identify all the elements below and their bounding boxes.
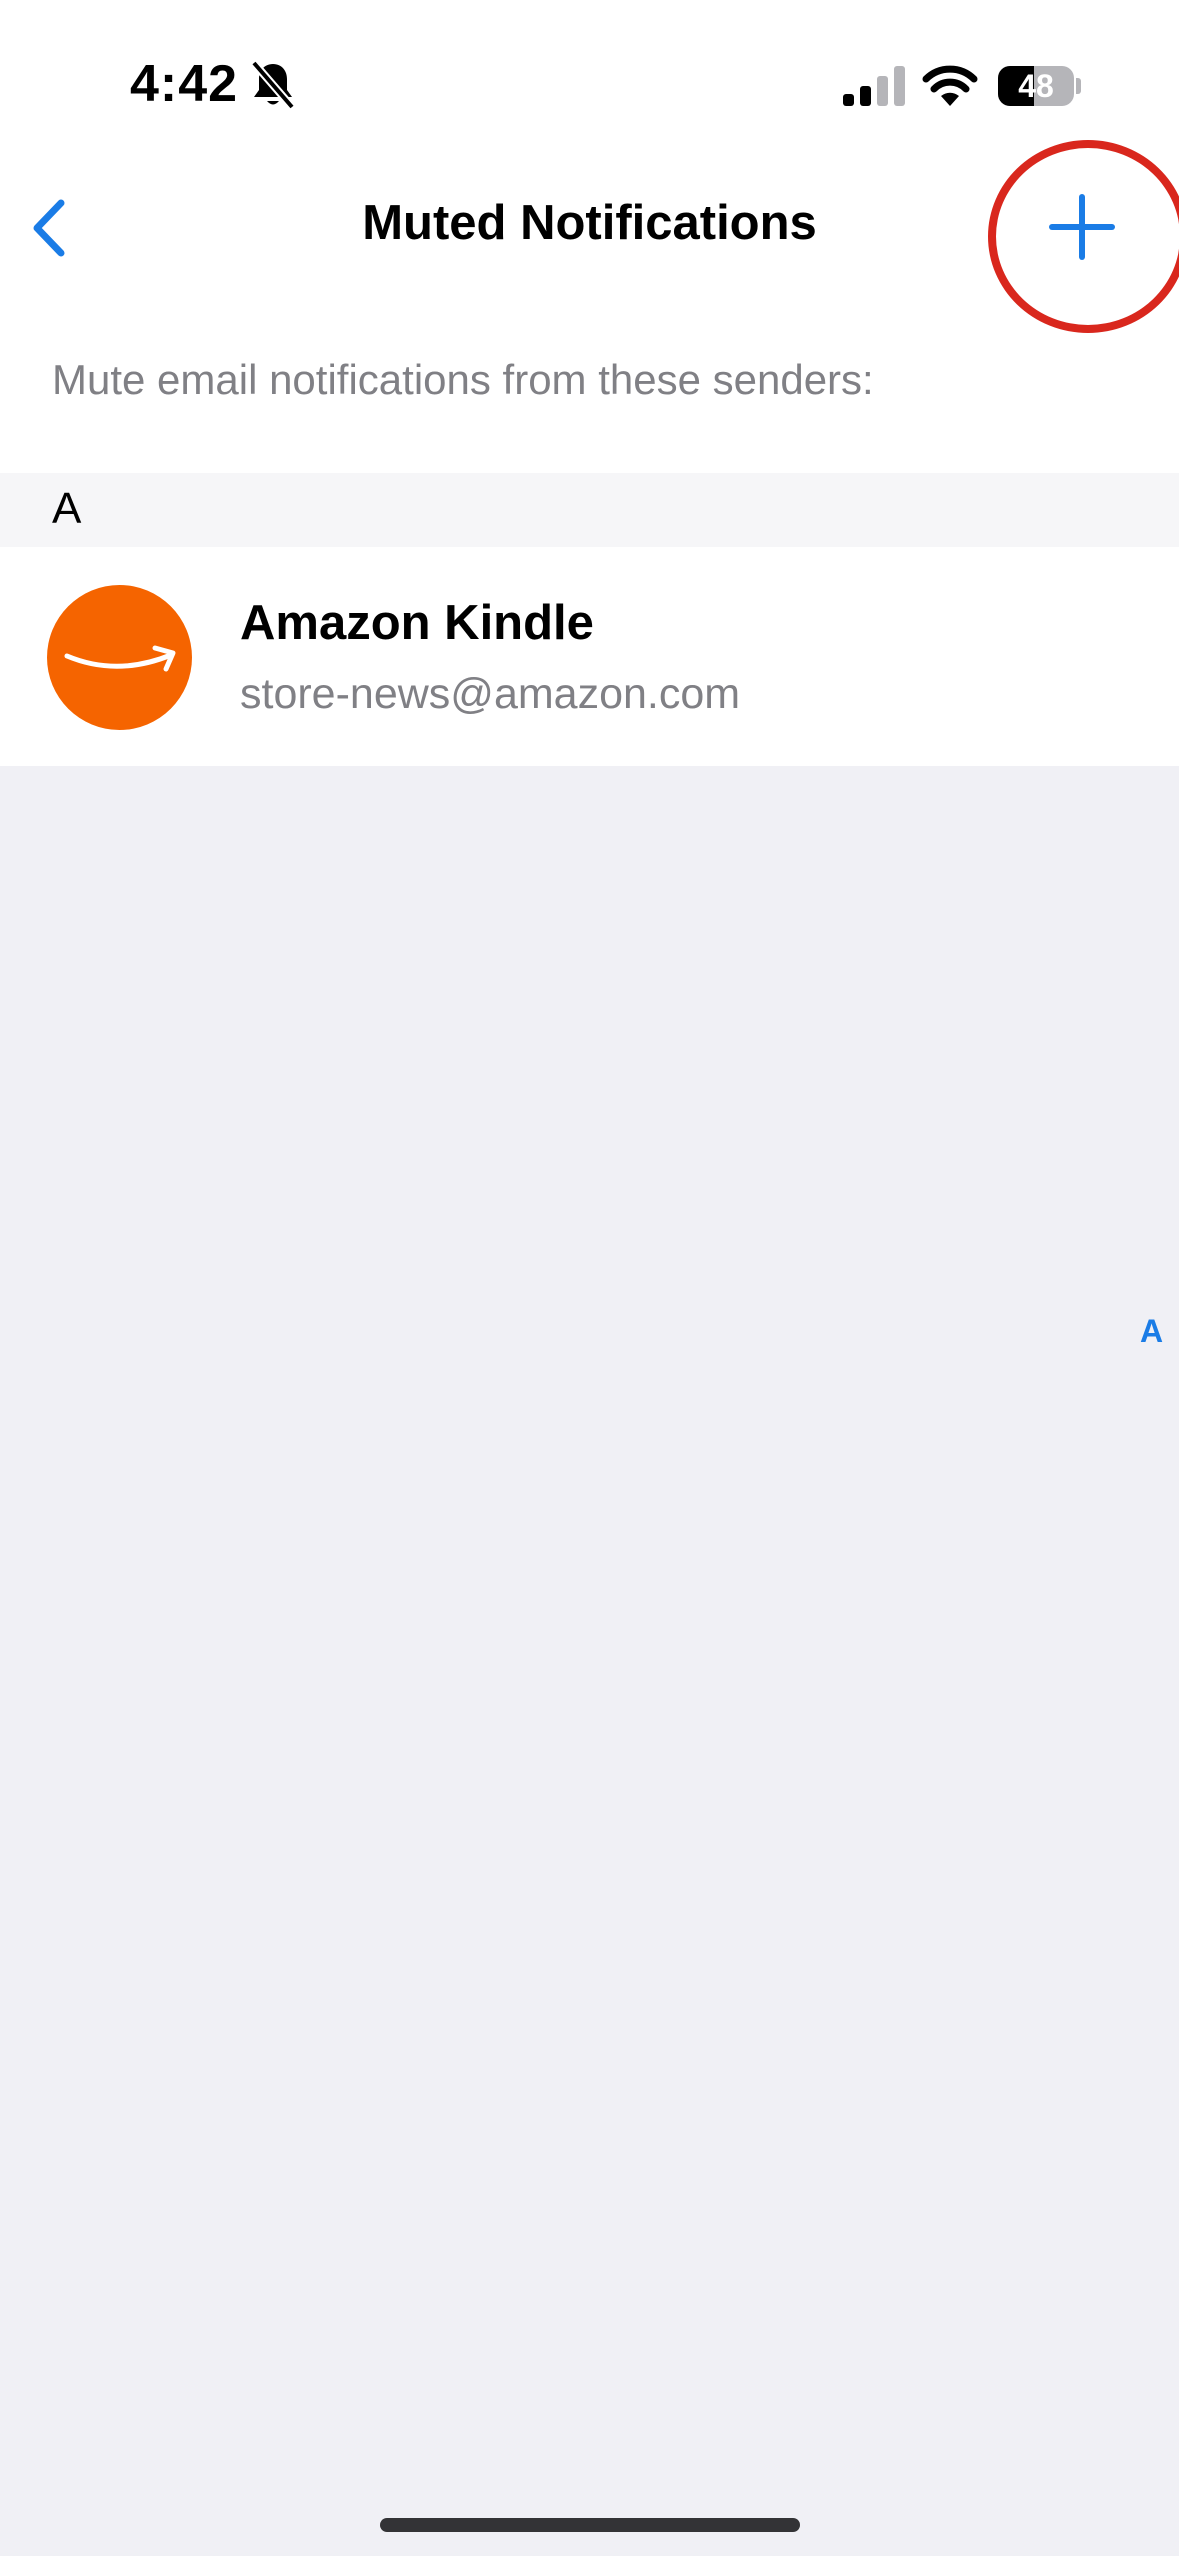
amazon-logo-icon xyxy=(64,645,176,672)
bell-off-icon xyxy=(250,60,296,110)
battery-level: 48 xyxy=(1018,68,1054,104)
sender-name: Amazon Kindle xyxy=(240,596,594,650)
wifi-icon xyxy=(922,65,978,106)
battery-indicator: 48 xyxy=(998,66,1081,106)
section-header-letter: A xyxy=(52,484,82,533)
page-title: Muted Notifications xyxy=(362,196,817,250)
status-time: 4:42 xyxy=(130,55,239,113)
section-header xyxy=(0,473,1179,547)
section-description: Mute email notifications from these send… xyxy=(52,356,874,403)
section-index-letter[interactable]: A xyxy=(1140,1313,1163,1350)
sender-avatar xyxy=(47,585,192,730)
add-sender-button[interactable] xyxy=(1040,185,1124,269)
plus-icon xyxy=(1049,194,1115,260)
cellular-signal-icon xyxy=(843,66,905,106)
sender-email: store-news@amazon.com xyxy=(240,670,741,718)
home-indicator[interactable] xyxy=(380,2518,800,2532)
